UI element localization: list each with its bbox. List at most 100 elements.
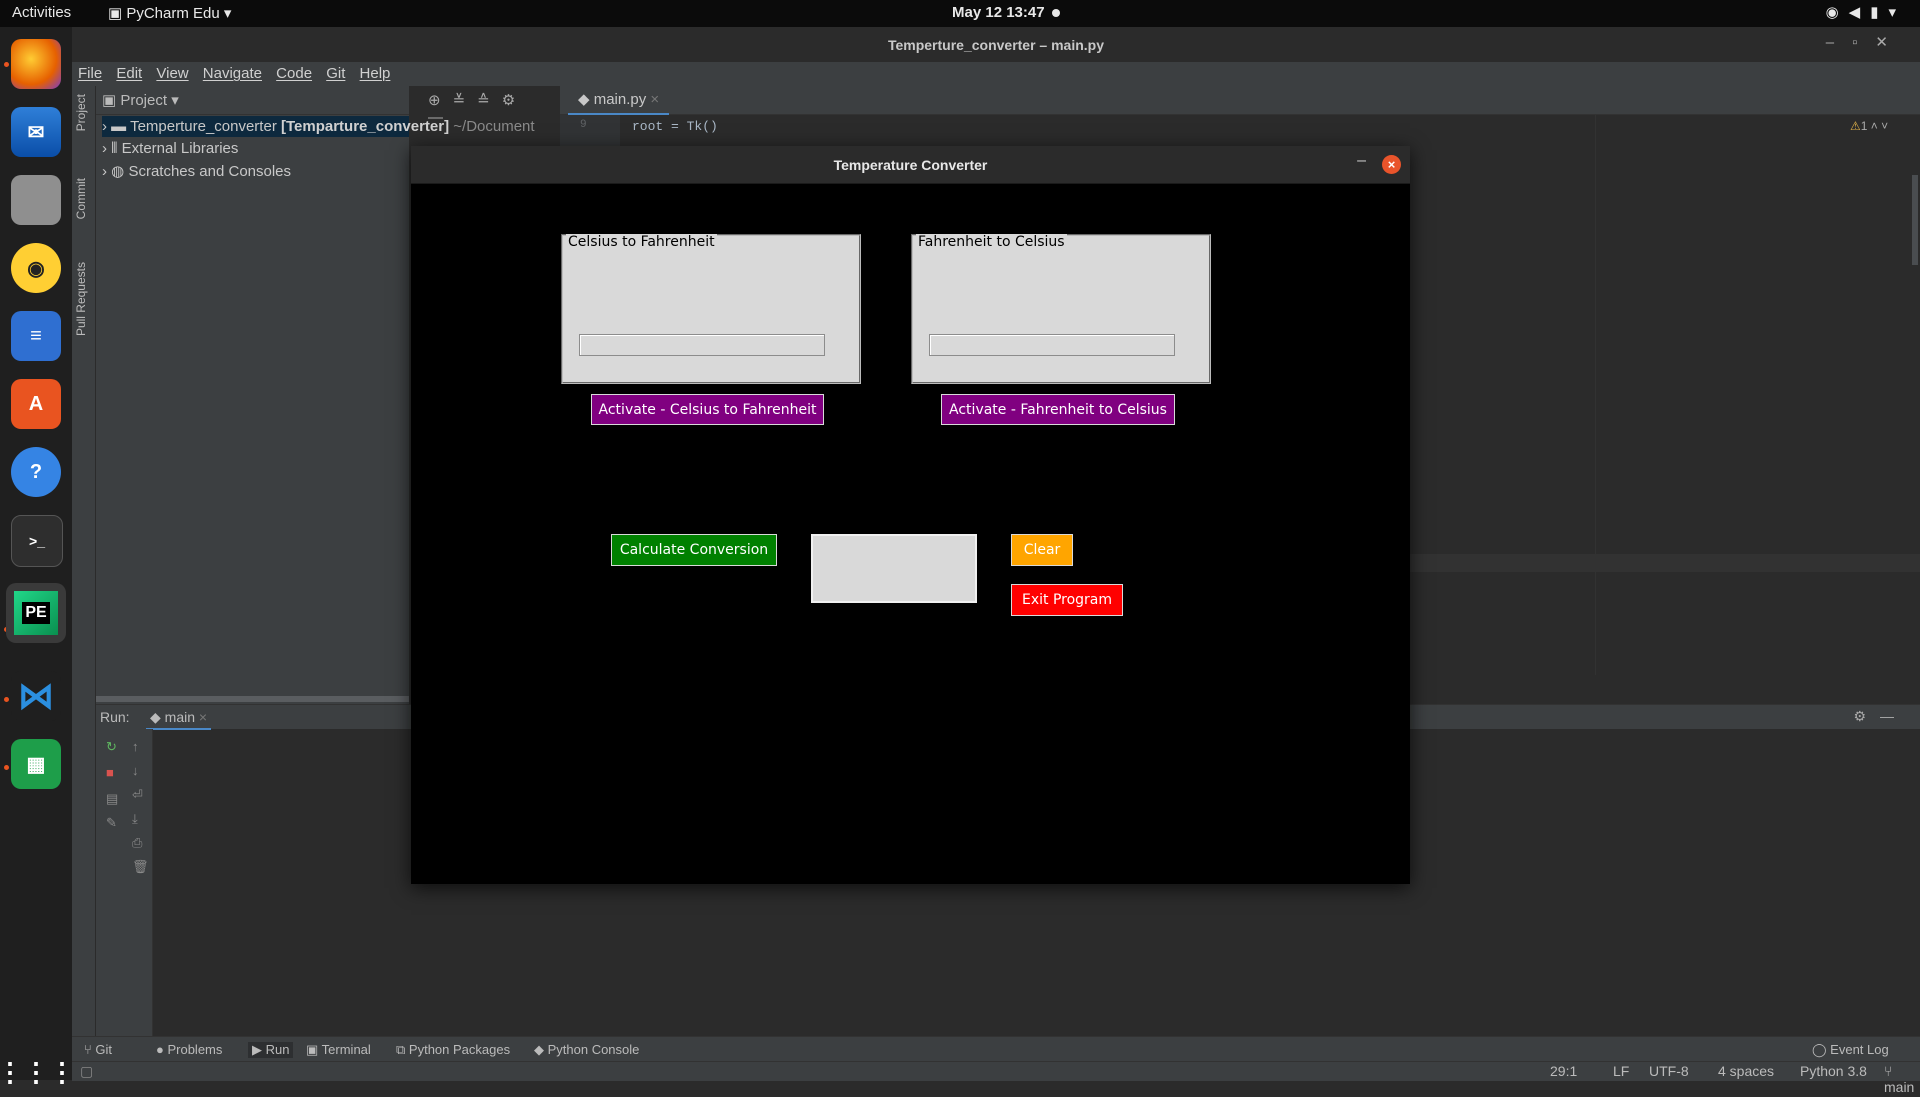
gear-icon[interactable]: ⚙	[502, 92, 527, 109]
activate-celsius-to-fahrenheit-button[interactable]: Activate - Celsius to Fahrenheit	[591, 394, 824, 425]
tool-python-packages[interactable]: ⧉ Python Packages	[396, 1042, 510, 1058]
menu-git[interactable]: Git	[326, 65, 345, 82]
tree-row-project-root[interactable]: › ▬ Temperture_converter [Temparture_con…	[102, 116, 535, 137]
status-indent[interactable]: 4 spaces	[1718, 1063, 1774, 1079]
minimize-icon[interactable]: –	[1357, 152, 1366, 170]
status-interpreter[interactable]: Python 3.8	[1800, 1063, 1867, 1079]
tool-problems[interactable]: ● Problems	[156, 1042, 222, 1057]
tab-main-py[interactable]: ◆ main.py ×	[568, 86, 670, 116]
tab-project[interactable]: Project	[74, 94, 88, 131]
menu-view[interactable]: View	[156, 65, 188, 82]
menu-help[interactable]: Help	[360, 65, 391, 82]
rhythmbox-icon[interactable]: ◉	[11, 243, 61, 293]
clock[interactable]: May 12 13:47	[952, 4, 1045, 21]
tab-main-py-label: main.py	[593, 91, 647, 108]
project-root-name: Temperture_converter	[130, 118, 277, 135]
tool-python-console[interactable]: ◆ Python Console	[534, 1042, 639, 1058]
menu-file[interactable]: File	[78, 65, 102, 82]
pin-icon[interactable]: ✎	[106, 815, 117, 831]
help-icon[interactable]: ?	[11, 447, 61, 497]
calc-icon[interactable]: ▦	[11, 739, 61, 789]
dock: ✉ ◉ ≡ A ? >_ PE ⋈ ▦ ⋮⋮⋮	[0, 27, 75, 1087]
running-indicator	[4, 697, 9, 702]
status-branch[interactable]: ⑂ main	[1884, 1063, 1920, 1095]
menu-edit[interactable]: Edit	[116, 65, 142, 82]
tool-git[interactable]: ⑂ Git	[84, 1042, 112, 1057]
run-icon: ▶	[252, 1042, 266, 1057]
celsius-input[interactable]	[579, 334, 825, 356]
gear-icon[interactable]: ⚙	[1853, 708, 1880, 724]
vertical-scrollbar[interactable]	[1912, 175, 1918, 265]
chevron-up-icon[interactable]: ˄	[1867, 119, 1881, 133]
rerun-icon[interactable]: ↻	[106, 739, 117, 755]
show-apps-icon[interactable]: ⋮⋮⋮	[0, 1047, 75, 1097]
close-icon[interactable]: ✕	[1875, 34, 1906, 51]
locate-icon[interactable]: ⊕	[428, 92, 453, 109]
exit-program-button[interactable]: Exit Program	[1011, 584, 1123, 616]
project-view-selector[interactable]: ▣ Project ▾	[102, 91, 179, 109]
tab-pull-requests[interactable]: Pull Requests	[74, 262, 88, 336]
soft-wrap-icon[interactable]: ⏎	[132, 787, 143, 803]
software-icon[interactable]: A	[11, 379, 61, 429]
print-icon[interactable]: ⎙	[132, 835, 142, 851]
tk-title-bar[interactable]: Temperature Converter – ×	[411, 146, 1410, 184]
system-tray[interactable]: ◉◀▮▾	[1826, 3, 1906, 21]
app-menu[interactable]: ▣ PyCharm Edu ▾	[108, 4, 231, 22]
event-log[interactable]: ◯ Event Log	[1812, 1042, 1889, 1058]
collapse-all-icon[interactable]: ≙	[477, 92, 502, 109]
run-tab-main[interactable]: ◆ main ×	[146, 707, 212, 730]
frame-celsius-to-fahrenheit: Celsius to Fahrenheit	[561, 234, 861, 384]
firefox-icon[interactable]	[11, 39, 61, 89]
maximize-icon[interactable]: ▫	[1852, 34, 1875, 51]
menu-bar: File Edit View Navigate Code Git Help	[72, 62, 1920, 86]
pycharm-dock-slot[interactable]: PE	[6, 583, 66, 643]
volume-icon: ◀	[1848, 4, 1871, 21]
pycharm-badge: PE	[22, 602, 50, 624]
external-libraries-label: External Libraries	[121, 140, 239, 157]
up-icon[interactable]: ↑	[132, 739, 139, 754]
tree-row-external-libraries[interactable]: › ⫴ External Libraries	[102, 140, 238, 157]
status-toggle-icon[interactable]: ▢	[80, 1063, 93, 1080]
close-tab-icon[interactable]: ×	[195, 709, 207, 725]
git-icon: ⑂	[84, 1042, 96, 1057]
vscode-icon[interactable]: ⋈	[11, 671, 61, 721]
hide-icon[interactable]: —	[1880, 708, 1908, 724]
down-icon[interactable]: ↓	[132, 763, 139, 778]
tree-row-scratches[interactable]: › ◍ Scratches and Consoles	[102, 162, 291, 180]
terminal-icon[interactable]: >_	[11, 515, 63, 567]
trash-icon[interactable]: 🗑	[132, 859, 149, 875]
close-tab-icon[interactable]: ×	[646, 91, 659, 108]
wifi-icon: ◉	[1825, 4, 1849, 21]
chevron-down-icon[interactable]: ˅	[1881, 119, 1888, 133]
scratches-label: Scratches and Consoles	[128, 163, 292, 180]
clear-button[interactable]: Clear	[1011, 534, 1073, 566]
expand-all-icon[interactable]: ≚	[453, 92, 478, 109]
run-header-actions: ⚙—	[1853, 708, 1908, 725]
stop-icon[interactable]: ■	[106, 765, 114, 780]
run-toolbar: ↻ ↑ ↓ ■ ⏎ ▤ ⤓ ✎ ⎙ 🗑	[96, 729, 153, 1037]
scroll-to-end-icon[interactable]: ⤓	[132, 811, 138, 827]
tool-run[interactable]: ▶ Run	[248, 1042, 294, 1058]
status-encoding[interactable]: UTF-8	[1649, 1063, 1689, 1079]
thunderbird-icon[interactable]: ✉	[11, 107, 61, 157]
activities-button[interactable]: Activities	[12, 4, 71, 21]
tab-commit[interactable]: Commit	[74, 178, 88, 219]
minimize-icon[interactable]: –	[1826, 34, 1852, 51]
menu-code[interactable]: Code	[276, 65, 312, 82]
status-line-separator[interactable]: LF	[1613, 1063, 1629, 1079]
horizontal-scrollbar[interactable]	[96, 696, 409, 702]
fahrenheit-input[interactable]	[929, 334, 1175, 356]
writer-icon[interactable]: ≡	[11, 311, 61, 361]
close-icon[interactable]: ×	[1382, 155, 1401, 174]
layout-icon[interactable]: ▤	[106, 791, 118, 807]
tool-terminal[interactable]: ▣ Terminal	[306, 1042, 371, 1058]
files-icon[interactable]	[11, 175, 61, 225]
activate-fahrenheit-to-celsius-button[interactable]: Activate - Fahrenheit to Celsius	[941, 394, 1175, 425]
run-label: Run:	[100, 709, 130, 725]
menu-navigate[interactable]: Navigate	[203, 65, 262, 82]
folder-icon: ▣	[102, 92, 121, 109]
status-position[interactable]: 29:1	[1550, 1063, 1577, 1079]
calculate-conversion-button[interactable]: Calculate Conversion	[611, 534, 777, 566]
library-icon: ⫴	[111, 140, 118, 157]
inspection-widget[interactable]: ⚠1 ˄ ˅	[1850, 119, 1888, 133]
